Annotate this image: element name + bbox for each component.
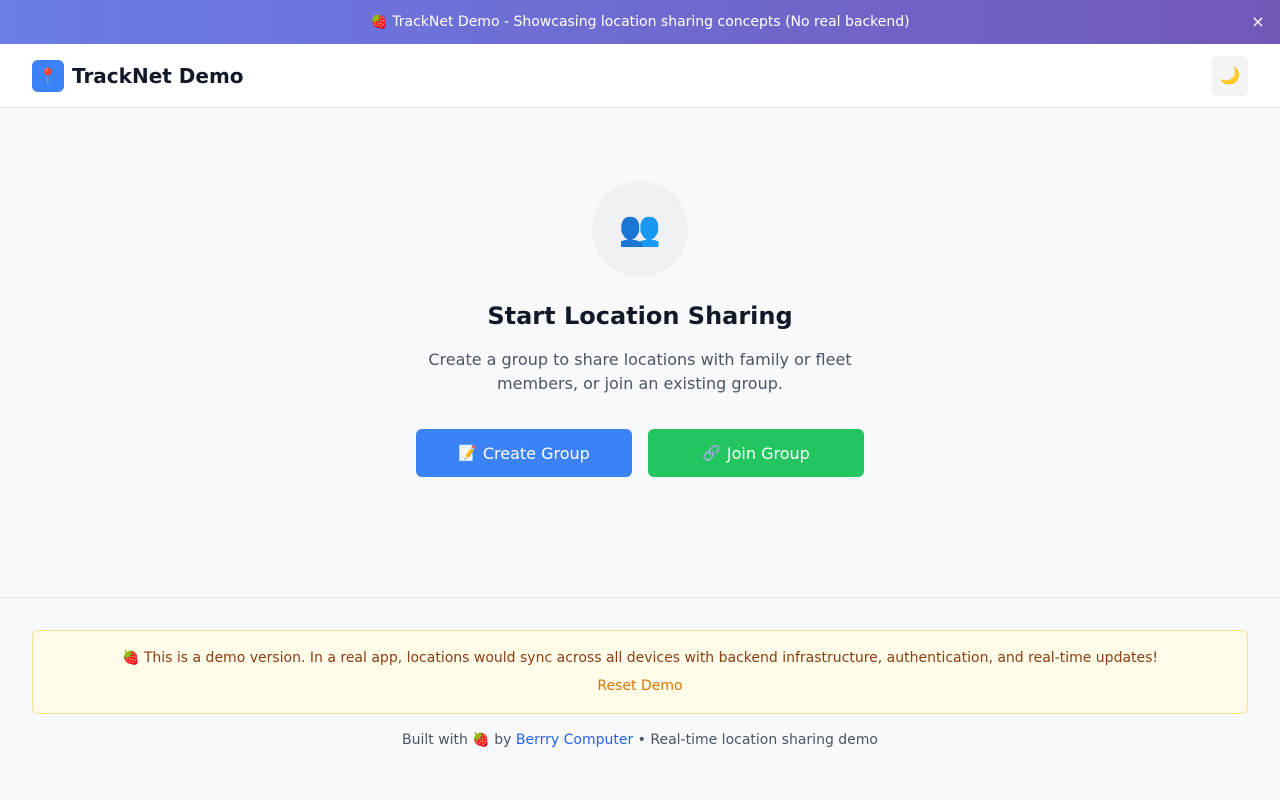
join-group-label: Join Group: [726, 443, 810, 463]
group-icon-glyph: 👥: [618, 209, 662, 249]
banner-text: 🍓 TrackNet Demo - Showcasing location sh…: [370, 14, 910, 30]
memo-icon: 📝: [458, 444, 477, 462]
demo-notice: 🍓 This is a demo version. In a real app,…: [32, 630, 1248, 714]
app-header: 📍 TrackNet Demo 🌙: [0, 44, 1280, 108]
credits-suffix: • Real-time location sharing demo: [637, 732, 878, 748]
app-title: TrackNet Demo: [72, 64, 244, 88]
notice-text: 🍓 This is a demo version. In a real app,…: [121, 650, 1159, 666]
credits-prefix: Built with 🍓 by: [402, 732, 512, 748]
berrry-computer-link[interactable]: Berrry Computer: [516, 732, 633, 748]
reset-demo-row: Reset Demo: [33, 676, 1247, 696]
join-group-button[interactable]: 🔗 Join Group: [648, 429, 864, 477]
create-group-label: Create Group: [482, 443, 590, 463]
footer-divider: [0, 597, 1280, 598]
reset-demo-link[interactable]: Reset Demo: [597, 678, 682, 694]
page-title: Start Location Sharing: [487, 302, 793, 330]
group-icon: 👥: [592, 181, 688, 277]
theme-toggle-button[interactable]: 🌙: [1212, 56, 1248, 96]
location-pin-icon: 📍: [32, 60, 64, 92]
link-icon: 🔗: [702, 444, 721, 462]
demo-banner: 🍓 TrackNet Demo - Showcasing location sh…: [0, 0, 1280, 44]
create-group-button[interactable]: 📝 Create Group: [416, 429, 632, 477]
page-description: Create a group to share locations with f…: [428, 350, 852, 393]
moon-icon: 🌙: [1219, 66, 1241, 86]
close-icon[interactable]: ×: [1248, 12, 1268, 32]
footer-credits: Built with 🍓 by Berrry Computer • Real-t…: [0, 730, 1280, 750]
